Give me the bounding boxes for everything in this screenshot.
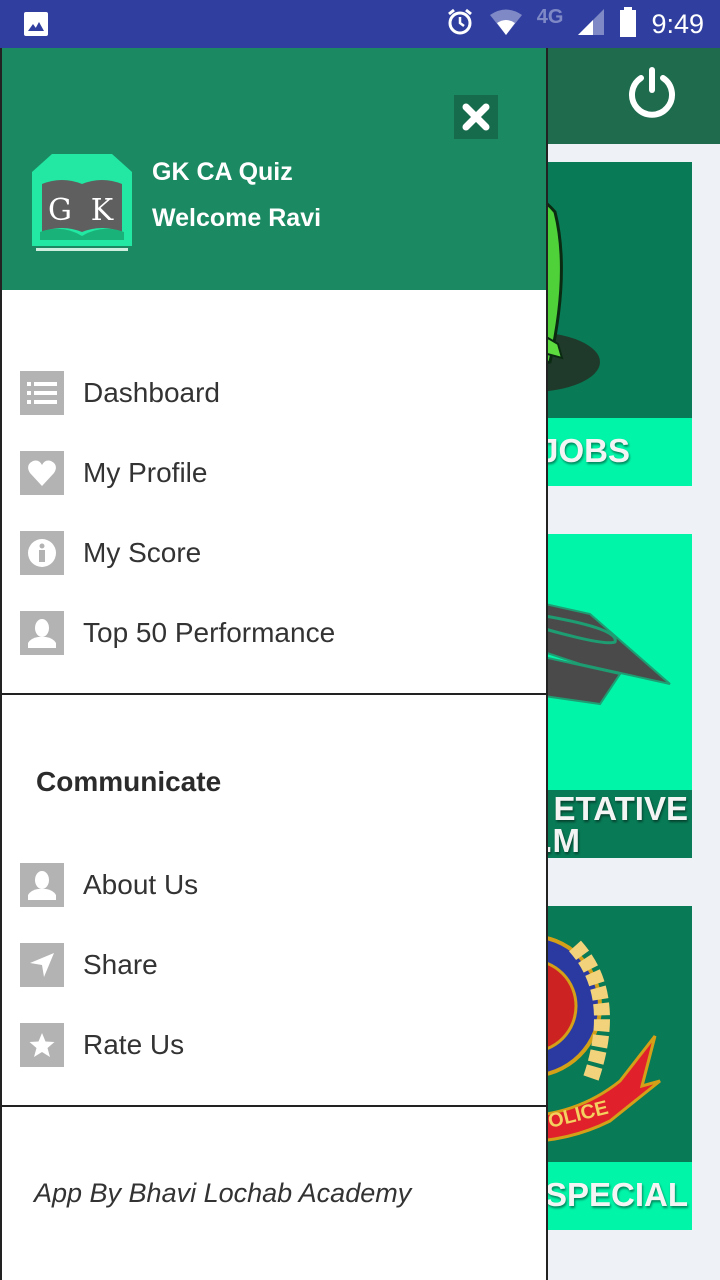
signal-icon <box>577 8 605 40</box>
menu-item-top-50-performance[interactable]: Top 50 Performance <box>20 609 540 657</box>
welcome-message: Welcome Ravi <box>152 204 322 232</box>
logout-button[interactable] <box>624 64 680 120</box>
close-drawer-button[interactable] <box>454 95 498 139</box>
menu-label: My Profile <box>83 457 208 488</box>
info-icon <box>20 531 64 575</box>
status-bar: 4G 9:49 <box>0 0 720 48</box>
menu-label: Share <box>83 949 158 980</box>
menu-item-rate-us[interactable]: Rate Us <box>20 1021 540 1069</box>
section-title-communicate: Communicate <box>36 766 222 797</box>
menu-label: About Us <box>83 869 199 900</box>
app-credit: App By Bhavi Lochab Academy <box>34 1178 412 1208</box>
menu-item-my-profile[interactable]: My Profile <box>20 449 540 497</box>
send-icon <box>20 943 64 987</box>
gallery-icon <box>24 12 48 36</box>
footer-divider <box>2 1105 546 1107</box>
network-type: 4G <box>536 5 564 28</box>
user-icon <box>20 611 64 655</box>
wifi-icon <box>489 8 523 40</box>
status-icons: 4G 9:49 <box>445 0 704 48</box>
menu-label: Dashboard <box>83 377 220 408</box>
star-icon <box>20 1023 64 1067</box>
app-name: GK CA Quiz <box>152 158 293 186</box>
menu-item-my-score[interactable]: My Score <box>20 529 540 577</box>
alarm-icon <box>445 7 475 41</box>
menu-label: My Score <box>83 537 202 568</box>
menu-item-share[interactable]: Share <box>20 941 540 989</box>
navigation-drawer: G K GK CA Quiz Welcome Ravi Dashboard My… <box>0 48 548 1280</box>
logo-letter-k: K <box>91 193 114 228</box>
close-icon <box>462 103 490 131</box>
power-icon <box>629 67 675 118</box>
logo-letter-g: G <box>48 193 72 228</box>
list-icon <box>20 371 64 415</box>
battery-icon <box>619 7 637 41</box>
app-logo: G K <box>32 154 132 254</box>
menu-divider <box>2 693 546 695</box>
menu-item-about-us[interactable]: About Us <box>20 861 540 909</box>
menu-item-dashboard[interactable]: Dashboard <box>20 369 540 417</box>
user-icon <box>20 863 64 907</box>
menu-label: Rate Us <box>83 1029 185 1060</box>
menu-label: Top 50 Performance <box>83 617 336 648</box>
clock: 9:49 <box>651 8 704 39</box>
heart-icon <box>20 451 64 495</box>
drawer-header: G K GK CA Quiz Welcome Ravi <box>2 48 546 290</box>
